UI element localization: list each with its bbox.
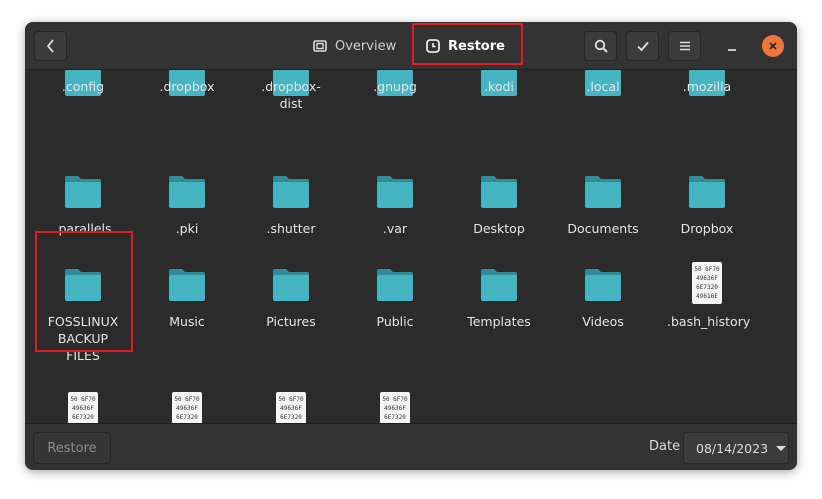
folder-icon xyxy=(377,269,413,301)
item-label: .kodi xyxy=(484,79,514,94)
folder-icon xyxy=(65,176,101,208)
text-icon-line: 49636F xyxy=(176,405,198,412)
check-icon xyxy=(636,41,649,52)
close-button[interactable] xyxy=(762,35,784,57)
folder-icon xyxy=(689,176,725,208)
item-label: .var xyxy=(382,221,408,236)
text-icon-line: 6E7320 xyxy=(696,284,718,291)
restore-button[interactable]: Restore xyxy=(33,432,111,464)
close-icon xyxy=(769,42,777,50)
text-icon-line: 49636F xyxy=(280,405,302,412)
text-icon-line: 49636F xyxy=(384,405,406,412)
item-label: .bash_history xyxy=(667,314,751,329)
folder-icon xyxy=(481,176,517,208)
text-icon-line: 50 6F70 xyxy=(70,396,96,403)
text-icon-line: 6E7320 xyxy=(280,414,302,421)
text-file-icon: 50 6F70 49636F 6E7320 49616E xyxy=(692,262,722,304)
item-label: .dropbox-dist xyxy=(261,79,321,111)
highlight-box-restore-tab xyxy=(412,23,523,65)
item-label: .shutter xyxy=(266,221,316,236)
date-value: 08/14/2023 xyxy=(696,440,769,456)
folder-icon xyxy=(377,176,413,208)
item-label: .gnupg xyxy=(373,79,417,94)
item-label: Documents xyxy=(567,221,639,236)
text-icon-line: 50 6F70 xyxy=(694,266,720,273)
item-label: Videos xyxy=(582,314,624,329)
deja-dup-window: Overview Restore .config .dropbox .dropb… xyxy=(25,22,797,470)
search-button[interactable] xyxy=(584,31,617,61)
file-grid[interactable]: .config .dropbox .dropbox-dist .gnupg .k… xyxy=(25,70,797,423)
text-icon-line: 6E7320 xyxy=(72,414,94,421)
text-file-icon: 50 6F70 49636F 6E7320 49616E xyxy=(276,392,306,423)
text-file-icon: 50 6F70 49636F 6E7320 49616E xyxy=(380,392,410,423)
item-label: .pki xyxy=(175,221,199,236)
action-bar: Restore Date 08/14/2023 xyxy=(25,423,797,470)
item-label: Music xyxy=(169,314,205,329)
hamburger-icon xyxy=(679,41,690,51)
item-label: Public xyxy=(376,314,414,329)
date-dropdown[interactable]: 08/14/2023 xyxy=(683,432,789,464)
text-icon-line: 6E7320 xyxy=(384,414,406,421)
text-icon-line: 49636F xyxy=(696,275,718,282)
chevron-down-icon xyxy=(776,445,787,451)
text-file-icon: 50 6F70 49636F 6E7320 49616E xyxy=(68,392,98,423)
item-label: .dropbox xyxy=(159,79,215,94)
folder-icon xyxy=(169,269,205,301)
folder-icon xyxy=(169,176,205,208)
folder-icon xyxy=(585,269,621,301)
text-icon-line: 49616E xyxy=(696,293,718,300)
header-bar: Overview Restore xyxy=(25,22,797,70)
overview-icon xyxy=(313,40,327,52)
text-icon-line: 50 6F70 xyxy=(174,396,200,403)
folder-icon xyxy=(481,269,517,301)
item-label: Desktop xyxy=(473,221,525,236)
tab-overview[interactable]: Overview xyxy=(301,31,408,61)
item-label: Pictures xyxy=(266,314,316,329)
minimize-button[interactable] xyxy=(721,36,743,58)
item-label: .local xyxy=(586,79,620,94)
text-icon-line: 50 6F70 xyxy=(382,396,408,403)
back-button[interactable] xyxy=(34,31,67,61)
select-button[interactable] xyxy=(626,31,659,61)
highlight-box-folder xyxy=(35,231,133,352)
text-icon-line: 6E7320 xyxy=(176,414,198,421)
text-icon-line: 49636F xyxy=(72,405,94,412)
folder-icon xyxy=(273,176,309,208)
item-label: .config xyxy=(61,79,105,94)
date-label: Date xyxy=(649,439,681,454)
minimize-icon xyxy=(728,49,736,51)
chevron-left-icon xyxy=(46,39,54,53)
text-file-icon: 50 6F70 49636F 6E7320 49616E xyxy=(172,392,202,423)
menu-button[interactable] xyxy=(668,31,701,61)
text-icon-line: 50 6F70 xyxy=(278,396,304,403)
folder-icon xyxy=(585,176,621,208)
folder-icon xyxy=(273,269,309,301)
item-label: .mozilla xyxy=(682,79,732,94)
item-label: Templates xyxy=(467,314,531,329)
item-label: Dropbox xyxy=(680,221,734,236)
tab-overview-label: Overview xyxy=(335,38,397,54)
search-icon xyxy=(594,39,608,53)
